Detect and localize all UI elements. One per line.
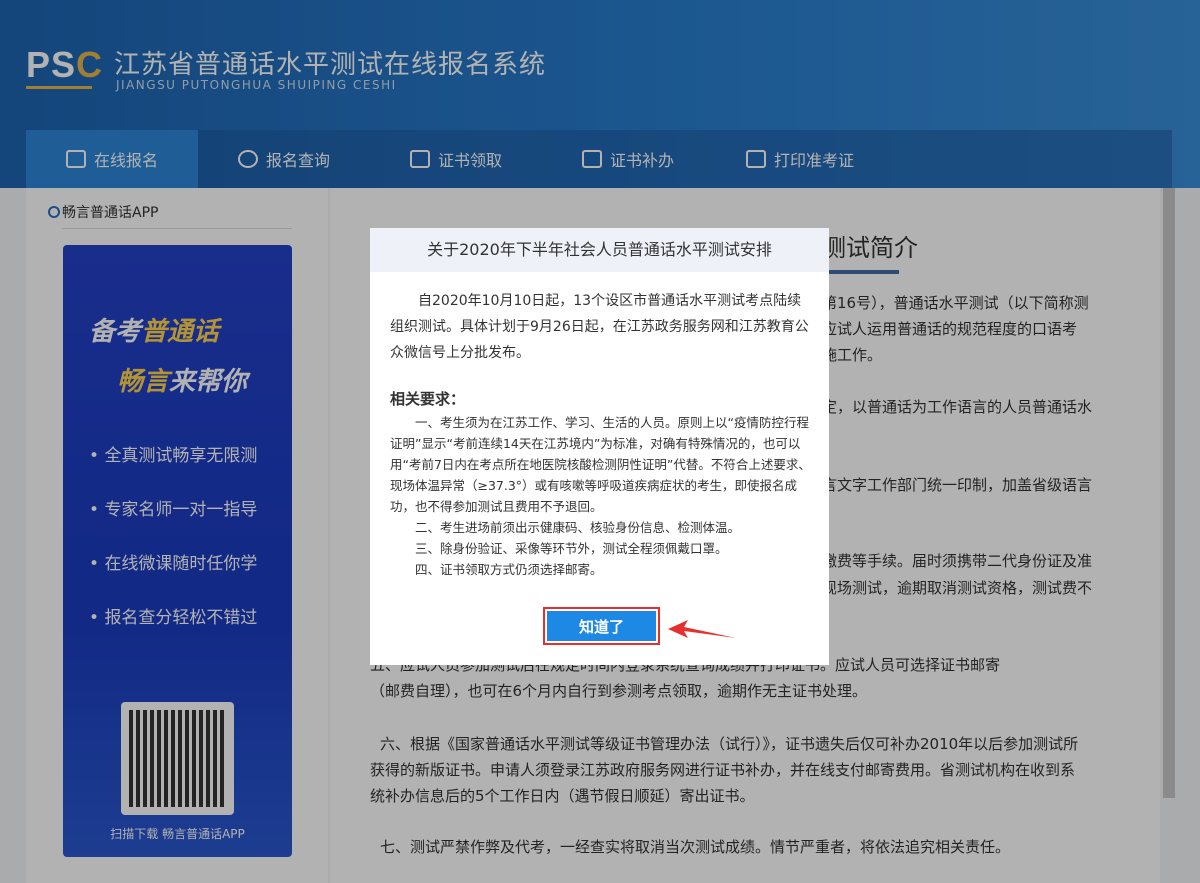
requirement-3: 三、除身份验证、采像等环节外，测试全程须佩戴口罩。 [415, 541, 728, 556]
acknowledge-button[interactable]: 知道了 [547, 611, 656, 641]
requirements-heading: 相关要求： [390, 390, 466, 408]
modal-intro: 自2020年10月10日起，13个设区市普通话水平测试考点陆续组织测试。具体计划… [390, 293, 809, 361]
modal-title: 关于2020年下半年社会人员普通话水平测试安排 [370, 228, 829, 272]
button-highlight: 知道了 [543, 607, 660, 645]
notice-modal: 关于2020年下半年社会人员普通话水平测试安排 自2020年10月10日起，13… [370, 228, 829, 665]
red-arrow-annotation [668, 620, 736, 638]
requirement-4: 四、证书领取方式仍须选择邮寄。 [415, 562, 603, 577]
requirement-2: 二、考生进场前须出示健康码、核验身份信息、检测体温。 [415, 520, 741, 535]
requirement-1: 一、考生须为在江苏工作、学习、生活的人员。原则上以“疫情防控行程证明”显示“考前… [390, 415, 811, 514]
